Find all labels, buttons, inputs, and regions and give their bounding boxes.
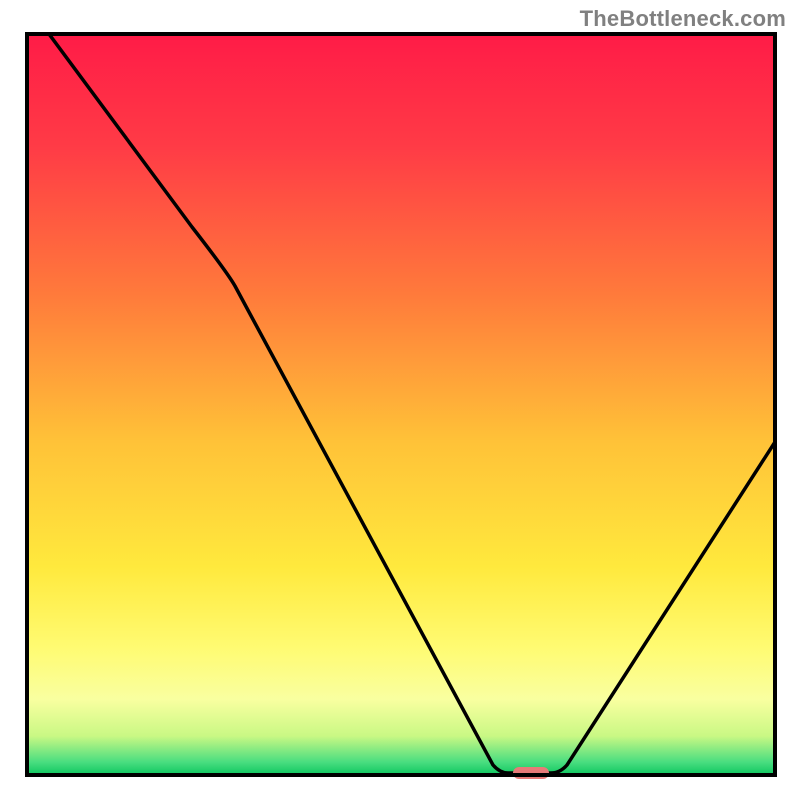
heat-gradient-fill	[29, 36, 773, 773]
watermark-label: TheBottleneck.com	[580, 6, 786, 32]
chart-canvas: TheBottleneck.com	[0, 0, 800, 800]
chart-svg	[0, 0, 800, 800]
